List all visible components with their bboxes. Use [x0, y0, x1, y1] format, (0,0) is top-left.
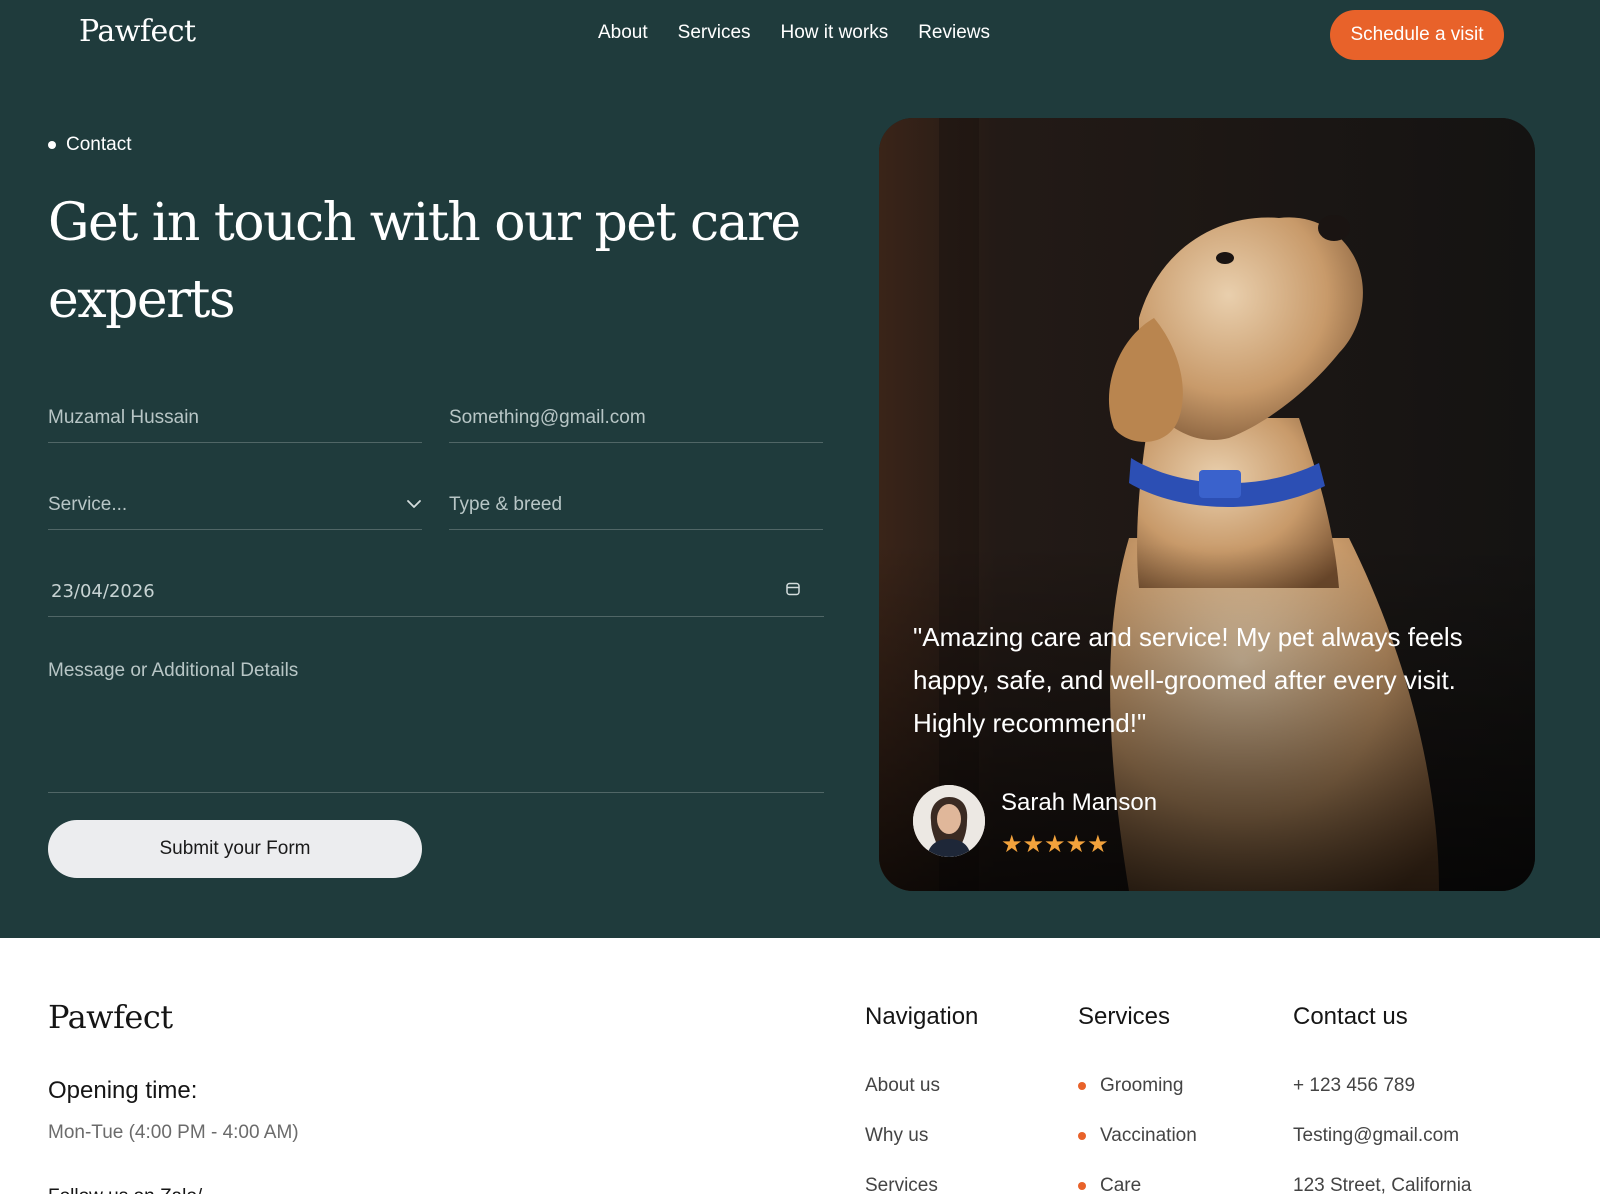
- footer-navigation: Navigation About us Why us Services: [865, 1003, 978, 1194]
- list-item: Care: [1078, 1161, 1197, 1194]
- follow-us-label: Follow us on Zalo/...: [48, 1186, 218, 1194]
- breed-input[interactable]: [449, 493, 823, 516]
- list-item: Why us: [865, 1111, 978, 1161]
- avatar: [913, 785, 985, 857]
- contact-address: 123 Street, California: [1293, 1175, 1472, 1194]
- footer-services: Services Grooming Vaccination Care: [1078, 1003, 1197, 1194]
- footer-services-title: Services: [1078, 1003, 1171, 1030]
- bullet-icon: [1078, 1132, 1086, 1140]
- section-eyebrow: Contact: [48, 134, 131, 156]
- list-item: About us: [865, 1061, 978, 1111]
- footer-link-grooming[interactable]: Grooming: [1100, 1075, 1183, 1097]
- list-item: Services: [865, 1161, 978, 1194]
- footer-navigation-title: Navigation: [865, 1003, 979, 1030]
- email-input[interactable]: [449, 406, 823, 429]
- date-field[interactable]: 23/04/2026: [48, 567, 824, 617]
- service-select-value: Service...: [48, 493, 128, 515]
- puppy-photo: [879, 118, 1535, 891]
- opening-time-value: Mon-Tue (4:00 PM - 4:00 AM): [48, 1122, 299, 1143]
- breed-field: [449, 480, 823, 530]
- list-item: Grooming: [1078, 1061, 1197, 1111]
- submit-form-button[interactable]: Submit your Form: [48, 820, 422, 878]
- list-item: + 123 456 789: [1293, 1061, 1472, 1111]
- name-input[interactable]: [48, 406, 422, 429]
- email-field: [449, 393, 823, 443]
- calendar-icon[interactable]: [786, 582, 800, 601]
- list-item: 123 Street, California: [1293, 1161, 1472, 1194]
- opening-time-title: Opening time:: [48, 1077, 198, 1104]
- nav-about[interactable]: About: [598, 22, 648, 44]
- logo[interactable]: Pawfect: [79, 14, 196, 49]
- list-item: Testing@gmail.com: [1293, 1111, 1472, 1161]
- footer-link-vaccination[interactable]: Vaccination: [1100, 1125, 1197, 1147]
- nav-reviews[interactable]: Reviews: [918, 22, 990, 44]
- message-field: [48, 660, 824, 793]
- list-item: Vaccination: [1078, 1111, 1197, 1161]
- testimonial-author: Sarah Manson: [1001, 789, 1158, 816]
- footer-contact: Contact us + 123 456 789 Testing@gmail.c…: [1293, 1003, 1472, 1194]
- footer-contact-title: Contact us: [1293, 1003, 1408, 1030]
- testimonial-quote: "Amazing care and service! My pet always…: [913, 622, 1463, 738]
- footer-link-about[interactable]: About us: [865, 1075, 940, 1097]
- footer-link-services[interactable]: Services: [865, 1175, 938, 1194]
- contact-phone[interactable]: + 123 456 789: [1293, 1075, 1415, 1097]
- star-rating: ★★★★★: [1001, 831, 1109, 858]
- bullet-icon: [48, 141, 56, 149]
- footer-link-why-us[interactable]: Why us: [865, 1125, 928, 1147]
- date-value: 23/04/2026: [51, 581, 155, 602]
- footer-link-care[interactable]: Care: [1100, 1175, 1141, 1194]
- top-nav: About Services How it works Reviews: [598, 22, 990, 44]
- chevron-down-icon: [406, 496, 422, 514]
- page-title: Get in touch with our pet care experts: [48, 193, 801, 330]
- message-textarea[interactable]: [48, 660, 824, 792]
- nav-how-it-works[interactable]: How it works: [781, 22, 889, 44]
- testimonial-card: "Amazing care and service! My pet always…: [879, 118, 1535, 891]
- eyebrow-label: Contact: [66, 134, 132, 155]
- name-field: [48, 393, 422, 443]
- service-select[interactable]: Service...: [48, 480, 422, 530]
- hero-section: Pawfect About Services How it works Revi…: [0, 0, 1600, 938]
- bullet-icon: [1078, 1082, 1086, 1090]
- bullet-icon: [1078, 1182, 1086, 1190]
- nav-services[interactable]: Services: [678, 22, 751, 44]
- schedule-visit-button[interactable]: Schedule a visit: [1330, 10, 1504, 60]
- contact-email[interactable]: Testing@gmail.com: [1293, 1125, 1459, 1147]
- footer-logo[interactable]: Pawfect: [48, 998, 173, 1036]
